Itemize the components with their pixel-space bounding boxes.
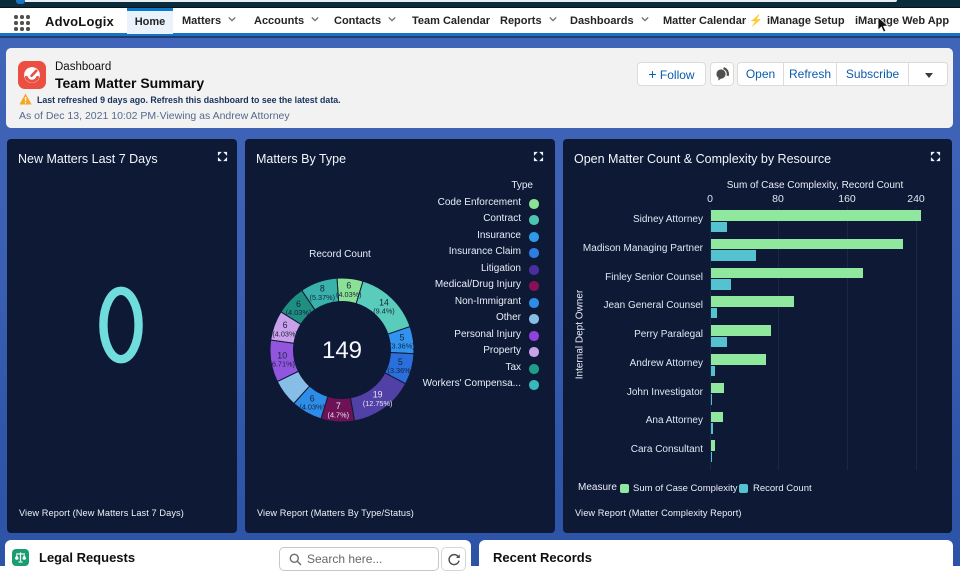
svg-text:(5.37%): (5.37%)	[310, 293, 336, 302]
svg-text:(3.36%): (3.36%)	[388, 366, 414, 375]
svg-text:(3.36%): (3.36%)	[389, 342, 415, 351]
svg-text:(6.71%): (6.71%)	[269, 360, 295, 369]
svg-text:(4.03%): (4.03%)	[286, 308, 312, 317]
svg-text:(4.03%): (4.03%)	[336, 290, 362, 299]
svg-text:(4.7%): (4.7%)	[328, 410, 350, 419]
svg-text:(9.4%): (9.4%)	[373, 307, 395, 316]
svg-text:(4.03%): (4.03%)	[299, 403, 325, 412]
svg-text:(12.75%): (12.75%)	[363, 399, 393, 408]
svg-text:149: 149	[322, 337, 362, 364]
svg-text:(4.03%): (4.03%)	[272, 329, 298, 338]
